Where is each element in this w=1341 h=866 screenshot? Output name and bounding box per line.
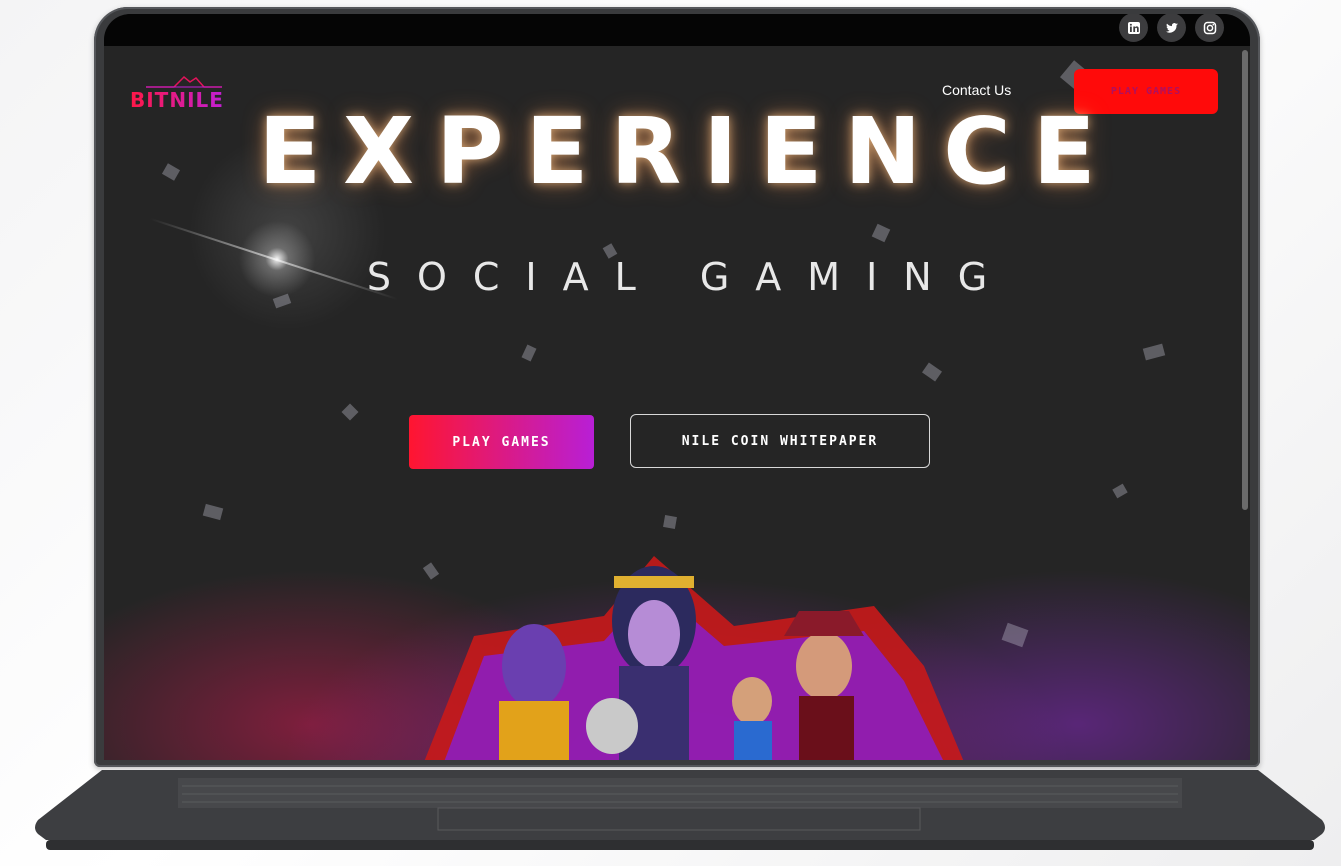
whitepaper-button[interactable]: NILE COIN WHITEPAPER — [630, 414, 930, 468]
hero-subheadline: SOCIAL GAMING — [366, 255, 1014, 299]
confetti-shard — [1142, 343, 1166, 361]
twitter-icon[interactable] — [1157, 14, 1186, 42]
hero-headline: EXPERIENCE — [258, 98, 1118, 205]
confetti-shard — [1001, 622, 1029, 648]
play-games-button[interactable]: PLAY GAMES — [409, 415, 594, 469]
top-bar — [104, 14, 1250, 46]
instagram-icon[interactable] — [1195, 14, 1224, 42]
linkedin-icon[interactable] — [1119, 14, 1148, 42]
laptop-base — [35, 770, 1325, 850]
confetti-shard — [202, 503, 224, 521]
confetti-shard — [1112, 483, 1128, 499]
game-characters-illustration — [424, 556, 964, 760]
confetti-shard — [871, 223, 891, 243]
confetti-shard — [341, 403, 359, 421]
laptop-screen: BITNILE Contact Us PLAY GAMES EXPERIENCE… — [104, 14, 1250, 760]
confetti-shard — [922, 362, 942, 382]
pyramid-mark-icon — [146, 75, 222, 88]
contact-us-link[interactable]: Contact Us — [942, 82, 1011, 98]
confetti-shard — [521, 344, 537, 362]
page-scrollbar[interactable] — [1242, 50, 1248, 510]
